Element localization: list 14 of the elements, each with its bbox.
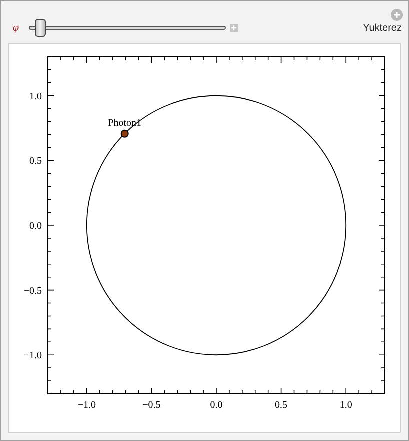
tick-label: 1.0 [340,400,352,411]
tick-label: −0.5 [24,286,42,297]
tick-label: 0.0 [30,221,42,232]
tick-label: 0.0 [210,400,223,411]
tick-label: −1.0 [24,350,42,362]
tick-label: 0.5 [30,156,42,168]
tick-label: −1.0 [78,400,96,411]
tick-label: 1.0 [30,91,42,102]
output-label: Yukterez [363,22,402,36]
slider-label: φ [13,20,20,36]
tick-label: −0.5 [142,400,161,411]
slider-thumb[interactable] [34,19,46,37]
tick-label: 0.5 [275,400,288,411]
slider[interactable] [29,19,226,37]
